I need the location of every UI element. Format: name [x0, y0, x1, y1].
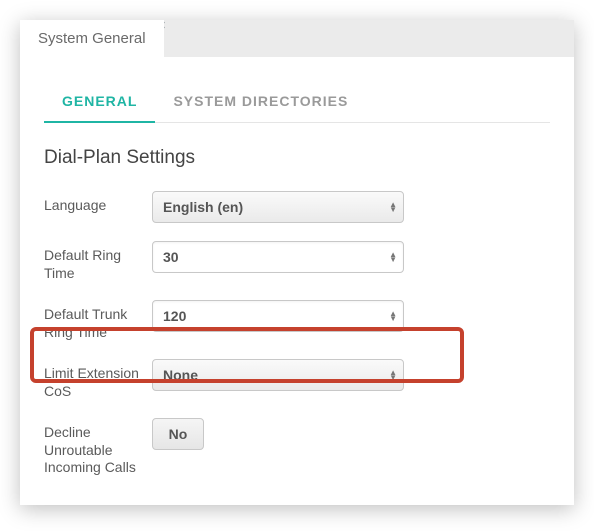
language-select-value: English (en): [163, 199, 243, 215]
decline-toggle[interactable]: No: [152, 418, 204, 450]
row-trunk-ring: Default Trunk Ring Time 120 ▲▼: [44, 300, 550, 341]
chevron-updown-icon: ▲▼: [389, 370, 397, 380]
panel-content: GENERAL SYSTEM DIRECTORIES Dial-Plan Set…: [20, 57, 574, 505]
limit-cos-select[interactable]: None ▲▼: [152, 359, 404, 391]
section-title: Dial-Plan Settings: [44, 147, 550, 169]
row-language: Language English (en) ▲▼: [44, 191, 550, 223]
stepper-icon: ▲▼: [389, 252, 397, 262]
row-limit-cos: Limit Extension CoS None ▲▼: [44, 359, 550, 400]
label-decline: Decline Unroutable Incoming Calls: [44, 418, 152, 477]
tab-system-directories[interactable]: SYSTEM DIRECTORIES: [155, 83, 366, 122]
language-select[interactable]: English (en) ▲▼: [152, 191, 404, 223]
row-default-ring: Default Ring Time 30 ▲▼: [44, 241, 550, 282]
panel-tab-bar: System General: [20, 20, 574, 57]
label-limit-cos: Limit Extension CoS: [44, 359, 152, 400]
label-default-ring: Default Ring Time: [44, 241, 152, 282]
trunk-ring-value: 120: [163, 308, 186, 324]
trunk-ring-input[interactable]: 120 ▲▼: [152, 300, 404, 332]
chevron-updown-icon: ▲▼: [389, 202, 397, 212]
row-decline: Decline Unroutable Incoming Calls No: [44, 418, 550, 477]
label-trunk-ring: Default Trunk Ring Time: [44, 300, 152, 341]
settings-panel: System General GENERAL SYSTEM DIRECTORIE…: [20, 20, 574, 505]
inner-tabs: GENERAL SYSTEM DIRECTORIES: [44, 83, 550, 123]
default-ring-value: 30: [163, 249, 179, 265]
panel-tab-system-general[interactable]: System General: [20, 20, 164, 57]
default-ring-input[interactable]: 30 ▲▼: [152, 241, 404, 273]
tab-general[interactable]: GENERAL: [44, 83, 155, 123]
stepper-icon: ▲▼: [389, 311, 397, 321]
label-language: Language: [44, 191, 152, 215]
limit-cos-value: None: [163, 367, 198, 383]
